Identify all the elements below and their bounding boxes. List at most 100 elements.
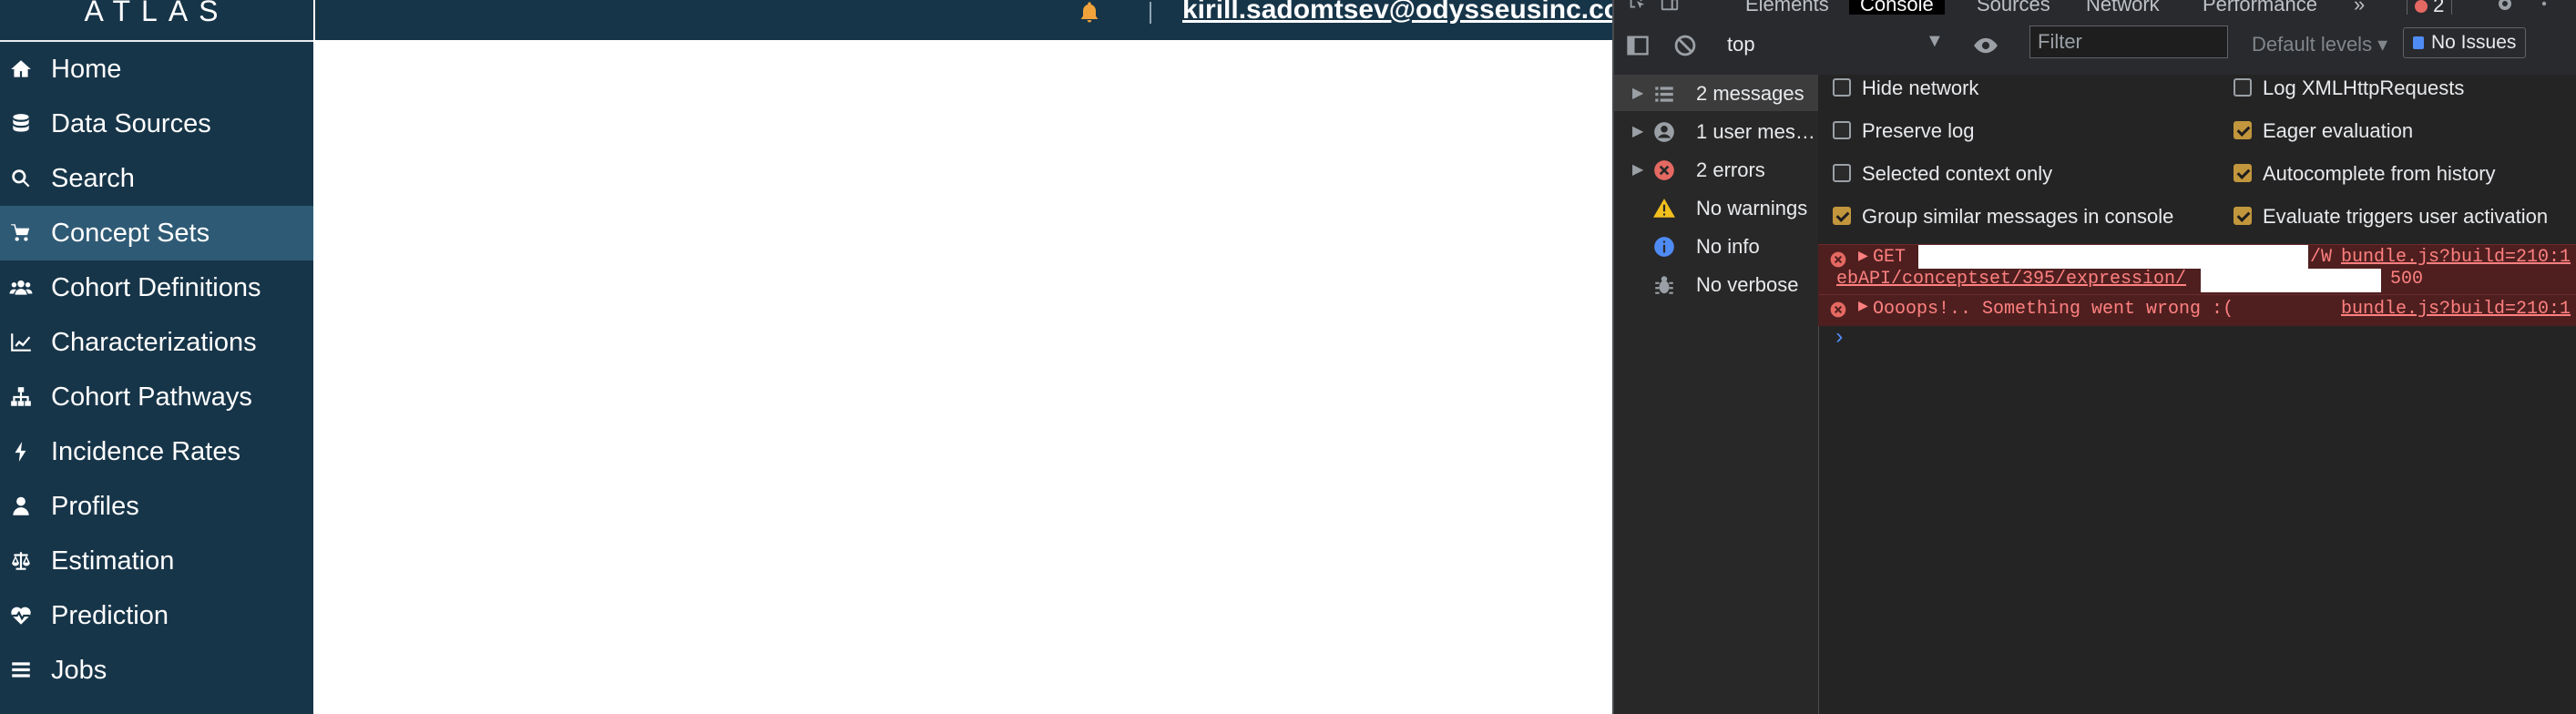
sidebar-item-estimation[interactable]: Estimation bbox=[0, 534, 313, 588]
inspect-element-icon[interactable] bbox=[1627, 0, 1647, 15]
checkbox-box[interactable] bbox=[1833, 207, 1851, 225]
sidebar-item-verbose[interactable]: No verbose bbox=[1614, 266, 1818, 302]
url-fragment: /W bbox=[2310, 247, 2333, 268]
more-tabs-button[interactable]: » bbox=[2354, 0, 2365, 15]
sidebar-item-label: Data Sources bbox=[51, 108, 211, 138]
sidebar-item-label: Estimation bbox=[51, 546, 175, 576]
chevron-down-icon: ▼ bbox=[1926, 31, 1944, 51]
checkbox-label: Log XMLHttpRequests bbox=[2263, 76, 2465, 99]
expand-arrow-icon: ▶ bbox=[1632, 162, 1644, 178]
request-url[interactable]: ebAPI/conceptset/395/expression/ bbox=[1836, 269, 2186, 290]
checkbox-label: Evaluate triggers user activation bbox=[2263, 205, 2549, 228]
console-prompt[interactable]: › bbox=[1833, 326, 1845, 351]
sidebar-item-prediction[interactable]: Prediction bbox=[0, 588, 313, 643]
sidebar-item-label: Prediction bbox=[51, 600, 169, 630]
sidebar-item-profiles[interactable]: Profiles bbox=[0, 479, 313, 534]
checkbox-label: Group similar messages in console bbox=[1862, 205, 2174, 228]
sidebar-item-label: No warnings bbox=[1696, 197, 1808, 219]
sidebar-item-label: Jobs bbox=[51, 655, 107, 685]
user-email-link[interactable]: kirill.sadomtsev@odysseusinc.com bbox=[1182, 0, 1645, 26]
expand-arrow-icon: ▶ bbox=[1632, 124, 1644, 139]
tasks-icon bbox=[7, 658, 35, 682]
sidebar-item-data-sources[interactable]: Data Sources bbox=[0, 97, 313, 151]
search-icon bbox=[7, 167, 35, 190]
error-icon bbox=[1652, 158, 1676, 182]
checkbox-box[interactable] bbox=[2234, 78, 2252, 97]
sidebar-item-cohort-pathways[interactable]: Cohort Pathways bbox=[0, 370, 313, 424]
tab-network[interactable]: Network bbox=[2086, 0, 2160, 15]
database-icon bbox=[7, 112, 35, 136]
source-link[interactable]: bundle.js?build=210:1 bbox=[2341, 299, 2571, 320]
log-levels-dropdown[interactable]: Default levels ▾ bbox=[2252, 33, 2387, 56]
checkbox-box[interactable] bbox=[1833, 164, 1851, 182]
sidebar-item-label: No info bbox=[1696, 235, 1760, 258]
console-settings-panel: Hide network Preserve log Selected conte… bbox=[1818, 75, 2576, 244]
sidebar-item-label: Search bbox=[51, 163, 135, 193]
users-icon bbox=[7, 276, 35, 300]
checkbox-label: Autocomplete from history bbox=[2263, 162, 2496, 185]
sidebar-item-cohort-definitions[interactable]: Cohort Definitions bbox=[0, 260, 313, 315]
sidebar-item-label: Incidence Rates bbox=[51, 436, 240, 466]
error-count: 2 bbox=[2433, 0, 2445, 15]
settings-gear-icon[interactable] bbox=[2494, 0, 2516, 15]
main-content bbox=[315, 40, 1612, 714]
checkbox-label: Eager evaluation bbox=[2263, 119, 2414, 142]
console-error-message[interactable]: ▶ Oooops!.. Something went wrong :( bund… bbox=[1818, 294, 2576, 326]
console-sidebar: ▶ 2 messages ▶ 1 user mes… ▶ 2 errors No… bbox=[1614, 75, 1819, 714]
error-icon bbox=[1829, 250, 1847, 269]
sidebar-item-incidence-rates[interactable]: Incidence Rates bbox=[0, 424, 313, 479]
heartbeat-icon bbox=[7, 604, 35, 627]
sidebar-item-errors[interactable]: ▶ 2 errors bbox=[1614, 151, 1818, 188]
console-toolbar: top ▼ Default levels ▾ No Issues bbox=[1614, 15, 2576, 76]
bell-icon[interactable] bbox=[1077, 0, 1104, 27]
sidebar-item-jobs[interactable]: Jobs bbox=[0, 643, 313, 698]
sidebar-item-search[interactable]: Search bbox=[0, 151, 313, 206]
bug-icon bbox=[1652, 273, 1676, 297]
error-count-badge[interactable]: 2 bbox=[2407, 0, 2453, 15]
sidebar-item-label: Concept Sets bbox=[51, 218, 210, 248]
checkbox-box[interactable] bbox=[1833, 78, 1851, 97]
console-filter-input[interactable] bbox=[2029, 26, 2228, 58]
sidebar-item-user-messages[interactable]: ▶ 1 user mes… bbox=[1614, 113, 1818, 149]
checkbox-label: Hide network bbox=[1862, 76, 1979, 99]
sidebar-item-label: Cohort Definitions bbox=[51, 272, 261, 302]
redacted-block bbox=[2201, 269, 2381, 292]
expand-arrow-icon[interactable]: ▶ bbox=[1858, 249, 1868, 264]
device-toolbar-icon[interactable] bbox=[1660, 0, 1680, 15]
eye-icon[interactable] bbox=[1973, 33, 1998, 58]
more-options-icon[interactable] bbox=[2540, 0, 2549, 15]
devtools-tab-bar: Elements Console Sources Network Perform… bbox=[1614, 0, 2576, 15]
checkbox-box[interactable] bbox=[2234, 207, 2252, 225]
bolt-icon bbox=[7, 440, 35, 464]
sitemap-icon bbox=[7, 385, 35, 409]
expand-arrow-icon[interactable]: ▶ bbox=[1858, 299, 1868, 314]
source-link[interactable]: bundle.js?build=210:1 bbox=[2341, 247, 2571, 268]
sidebar-item-concept-sets[interactable]: Concept Sets bbox=[0, 206, 313, 260]
shopping-cart-icon bbox=[7, 221, 35, 245]
console-error-message[interactable]: ▶ GET /W bundle.js?build=210:1 ebAPI/con… bbox=[1818, 244, 2576, 294]
tab-elements[interactable]: Elements bbox=[1745, 0, 1829, 15]
checkbox-box[interactable] bbox=[1833, 121, 1851, 139]
sidebar-item-characterizations[interactable]: Characterizations bbox=[0, 315, 313, 370]
sidebar-item-label: Cohort Pathways bbox=[51, 382, 252, 412]
checkbox-label: Selected context only bbox=[1862, 162, 2053, 185]
top-bar-divider bbox=[1150, 2, 1151, 24]
tab-sources[interactable]: Sources bbox=[1977, 0, 2050, 15]
context-selector[interactable]: top bbox=[1727, 33, 1955, 56]
atlas-logo[interactable]: ATLAS bbox=[0, 0, 313, 36]
tab-performance[interactable]: Performance bbox=[2203, 0, 2317, 15]
sidebar-item-warnings[interactable]: No warnings bbox=[1614, 189, 1818, 226]
clear-console-icon[interactable] bbox=[1672, 33, 1698, 58]
issues-button[interactable]: No Issues bbox=[2403, 27, 2527, 58]
sidebar-item-home[interactable]: Home bbox=[0, 42, 313, 97]
issue-flag-icon bbox=[2413, 36, 2424, 49]
sidebar-toggle-icon[interactable] bbox=[1625, 33, 1651, 58]
atlas-sidebar: ATLAS Home Data Sources Search Concept S… bbox=[0, 0, 313, 714]
sidebar-item-label: 1 user mes… bbox=[1696, 120, 1815, 143]
line-chart-icon bbox=[7, 331, 35, 354]
checkbox-box[interactable] bbox=[2234, 164, 2252, 182]
sidebar-item-info[interactable]: No info bbox=[1614, 228, 1818, 264]
checkbox-box[interactable] bbox=[2234, 121, 2252, 139]
sidebar-item-messages[interactable]: ▶ 2 messages bbox=[1614, 75, 1818, 111]
tab-console[interactable]: Console bbox=[1849, 0, 1945, 15]
